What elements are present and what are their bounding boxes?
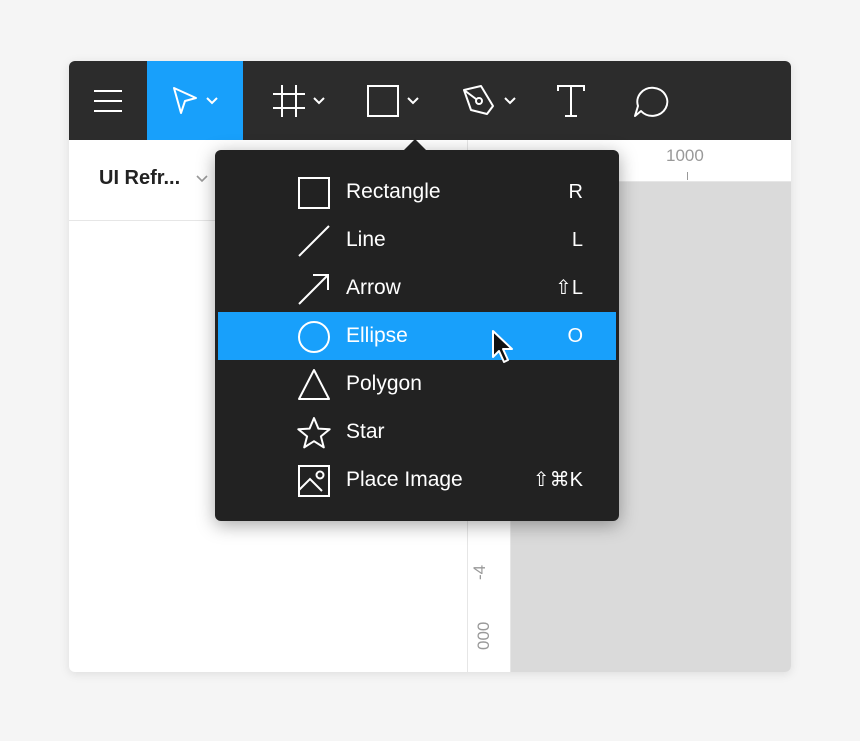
menu-item-line[interactable]: Line L [218,216,616,264]
menu-item-label: Polygon [346,372,422,395]
pen-tool-button[interactable] [449,61,529,140]
polygon-icon [298,369,330,400]
menu-item-shortcut: L [571,229,583,251]
menu-item-label: Place Image [346,468,463,491]
ellipse-icon [298,321,330,353]
menu-item-arrow[interactable]: Arrow ⇧L [218,264,616,312]
menu-item-star[interactable]: Star [218,408,616,456]
ruler-label: 1000 [666,146,704,165]
chevron-down-icon [504,97,516,105]
rectangle-icon [298,177,330,209]
shape-tools-menu: Rectangle R Line L Arrow ⇧L Ellipse O Po… [215,150,619,521]
menu-icon [94,89,122,112]
menu-item-label: Rectangle [346,180,441,203]
mouse-cursor-icon [492,330,513,363]
menu-item-label: Star [346,420,385,443]
line-icon [298,225,330,257]
ruler-label: -4 [470,564,489,580]
menu-item-shortcut: O [567,325,583,347]
menu-item-shortcut: R [568,181,583,203]
menu-item-rectangle[interactable]: Rectangle R [218,168,616,216]
main-menu-button[interactable] [69,61,147,140]
chevron-down-icon[interactable] [195,174,209,183]
menu-item-shortcut: ⇧⌘K [532,469,583,491]
ruler-tick [687,172,688,180]
comment-icon [634,86,669,117]
chevron-down-icon [407,97,419,105]
menu-item-polygon[interactable]: Polygon [218,360,616,408]
chevron-down-icon [313,97,325,105]
shape-tool-button[interactable] [353,61,433,140]
menu-item-label: Line [346,228,386,251]
star-icon [297,417,331,449]
comment-tool-button[interactable] [623,61,679,140]
ruler-label: 000 [474,621,493,650]
menu-item-place-image[interactable]: Place Image ⇧⌘K [218,456,616,504]
menu-item-shortcut: ⇧L [555,277,583,299]
image-icon [298,465,330,497]
chevron-down-icon [206,97,218,105]
text-tool-button[interactable] [543,61,599,140]
move-tool-icon [173,86,197,114]
frame-tool-button[interactable] [259,61,339,140]
page-name[interactable]: UI Refr... [99,167,180,190]
toolbar [69,61,791,140]
menu-item-ellipse[interactable]: Ellipse O [218,312,616,360]
menu-item-label: Ellipse [346,324,408,347]
menu-item-label: Arrow [346,276,401,299]
arrow-icon [298,274,329,305]
pen-tool-icon [463,84,494,115]
move-tool-button[interactable] [147,61,243,140]
rectangle-tool-icon [367,84,399,117]
text-tool-icon [557,84,585,117]
frame-tool-icon [273,84,305,117]
